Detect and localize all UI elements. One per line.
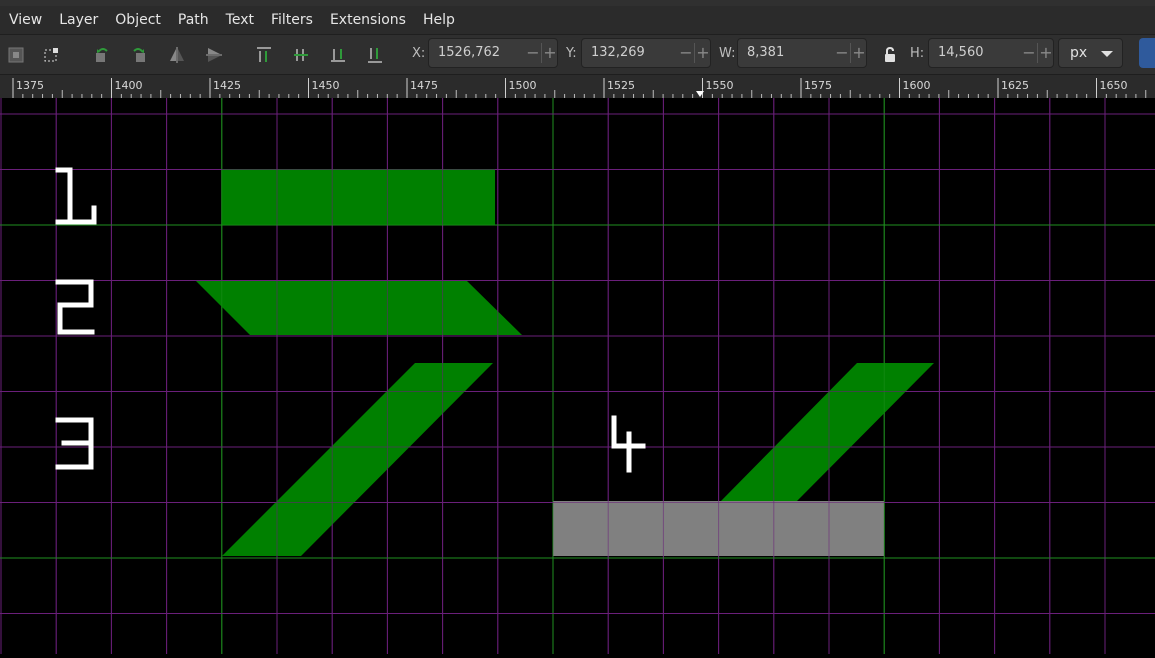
- menu-view[interactable]: View: [0, 6, 50, 34]
- tool-controls-bar: X: 1526,762 − + Y: 132,269 − + W: 8,381 …: [0, 34, 1155, 74]
- unit-value: px: [1070, 45, 1088, 61]
- h-value[interactable]: 14,560: [938, 44, 984, 62]
- ruler-label: 1650: [1100, 79, 1128, 92]
- canvas-svg[interactable]: 1 2 3 4: [0, 98, 1155, 654]
- x-increment-icon[interactable]: +: [542, 44, 558, 62]
- canvas-grid-overlay: [0, 98, 1155, 654]
- y-label: Y:: [566, 46, 577, 61]
- shape-1-rectangle[interactable]: [222, 169, 495, 225]
- unit-select[interactable]: px: [1058, 38, 1123, 68]
- raise-icon[interactable]: [292, 46, 310, 64]
- lower-to-bottom-icon[interactable]: [366, 46, 384, 64]
- menu-help[interactable]: Help: [414, 6, 463, 34]
- rotate-cw-icon[interactable]: [130, 46, 148, 64]
- h-decrement-icon[interactable]: −: [1021, 44, 1037, 62]
- canvas-grid: [0, 98, 1155, 654]
- ruler-label: 1450: [312, 79, 340, 92]
- w-increment-icon[interactable]: +: [851, 44, 867, 62]
- w-decrement-icon[interactable]: −: [834, 44, 850, 62]
- y-spinbutton[interactable]: 132,269 − +: [581, 38, 711, 68]
- digit-3-glyph: [55, 417, 94, 470]
- w-spinbutton[interactable]: 8,381 − +: [737, 38, 867, 68]
- ruler-label: 1575: [804, 79, 832, 92]
- h-spinbutton[interactable]: 14,560 − +: [928, 38, 1054, 68]
- menu-filters[interactable]: Filters: [262, 6, 321, 34]
- ruler-label: 1600: [903, 79, 931, 92]
- raise-to-top-icon[interactable]: [255, 46, 273, 64]
- digit-4-glyph: [611, 415, 646, 473]
- shape-2-parallelogram[interactable]: [196, 281, 522, 335]
- menu-bar: View Layer Object Path Text Filters Exte…: [0, 0, 1155, 34]
- lower-icon[interactable]: [329, 46, 347, 64]
- toolbar-overflow-button[interactable]: [1139, 38, 1155, 68]
- flip-horizontal-icon[interactable]: [168, 46, 186, 64]
- digit-2-glyph: [55, 279, 95, 335]
- digit-1-glyph: [55, 167, 97, 225]
- x-spinbutton[interactable]: 1526,762 − +: [428, 38, 558, 68]
- select-same-icon[interactable]: [42, 46, 60, 64]
- lock-open-icon[interactable]: [881, 46, 899, 64]
- ruler-label: 1375: [16, 79, 44, 92]
- ruler-label: 1475: [410, 79, 438, 92]
- menu-layer[interactable]: Layer: [50, 6, 106, 34]
- y-increment-icon[interactable]: +: [695, 44, 711, 62]
- x-value[interactable]: 1526,762: [438, 44, 500, 62]
- h-label: H:: [910, 46, 925, 61]
- menu-path[interactable]: Path: [169, 6, 217, 34]
- ruler-ticks: 1375 1400 1425 1450 1475 1500 1525 1550 1575 1600…: [12, 78, 1147, 98]
- h-increment-icon[interactable]: +: [1038, 44, 1054, 62]
- select-all-icon[interactable]: [7, 46, 25, 64]
- y-decrement-icon[interactable]: −: [678, 44, 694, 62]
- ruler-label: 1425: [213, 79, 241, 92]
- ruler-label: 1625: [1001, 79, 1029, 92]
- shape-4-parallelogram[interactable]: [720, 363, 934, 502]
- drawing-canvas[interactable]: 1 2 3 4: [0, 98, 1155, 654]
- ruler-label: 1550: [706, 79, 734, 92]
- ruler-label: 1400: [115, 79, 143, 92]
- x-decrement-icon[interactable]: −: [525, 44, 541, 62]
- ruler-label: 1525: [607, 79, 635, 92]
- menu-extensions[interactable]: Extensions: [321, 6, 414, 34]
- ruler-label: 1500: [509, 79, 537, 92]
- flip-vertical-icon[interactable]: [205, 46, 223, 64]
- x-label: X:: [412, 46, 426, 61]
- w-value[interactable]: 8,381: [747, 44, 784, 62]
- menu-object[interactable]: Object: [106, 6, 169, 34]
- rotate-ccw-icon[interactable]: [93, 46, 111, 64]
- menu-text[interactable]: Text: [217, 6, 262, 34]
- horizontal-ruler[interactable]: 1375 1400 1425 1450 1475 1500 1525 1550 1575 1600…: [0, 74, 1155, 98]
- chevron-down-icon: [1101, 51, 1113, 57]
- w-label: W:: [719, 46, 736, 61]
- y-value[interactable]: 132,269: [591, 44, 645, 62]
